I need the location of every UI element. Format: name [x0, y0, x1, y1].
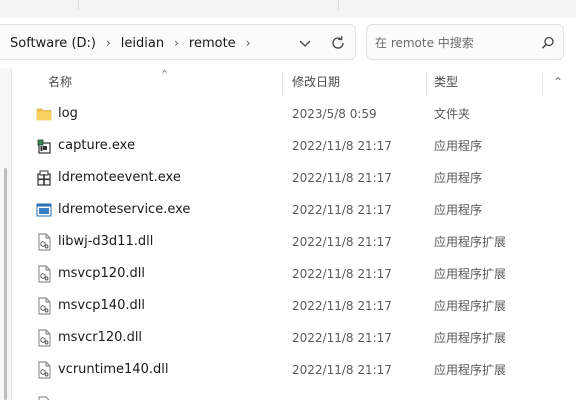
file-date: 2022/11/8 21:17	[292, 139, 392, 153]
dll-icon	[38, 233, 51, 251]
file-type: 应用程序	[434, 171, 483, 185]
breadcrumb-leidian[interactable]: leidian	[119, 36, 166, 51]
file-date: 2023/5/8 0:59	[292, 107, 377, 121]
chevron-right-icon[interactable]: ›	[238, 36, 259, 50]
file-type: 应用程序扩展	[434, 363, 507, 377]
dll-icon	[38, 361, 51, 379]
refresh-icon[interactable]	[328, 33, 348, 53]
file-type: 文件夹	[434, 107, 471, 121]
column-divider[interactable]	[282, 72, 283, 94]
chevron-down-icon[interactable]	[296, 34, 314, 52]
app-icon	[37, 170, 51, 186]
app-icon	[37, 139, 51, 154]
column-name[interactable]: 名称	[48, 68, 72, 96]
dll-icon	[38, 396, 50, 400]
file-type: 应用程序扩展	[434, 299, 507, 313]
file-name: ldremoteservice.exe	[58, 202, 191, 217]
column-divider[interactable]	[426, 72, 427, 94]
search-box[interactable]: 在 remote 中搜索	[366, 24, 564, 60]
chevron-right-icon[interactable]: ›	[166, 36, 187, 50]
file-date: 2022/11/8 21:17	[292, 299, 392, 313]
file-name: msvcp140.dll	[58, 298, 145, 313]
file-date: 2022/11/8 21:17	[292, 171, 392, 185]
navigation-pane[interactable]	[0, 68, 12, 400]
tab-divider	[338, 0, 339, 10]
file-name: msvcp120.dll	[58, 266, 145, 281]
file-row[interactable]: capture.exe 2022/11/8 21:17 应用程序	[12, 130, 576, 162]
search-icon[interactable]	[539, 34, 557, 52]
dll-icon	[38, 265, 51, 283]
file-row[interactable]: libwj-d3d11.dll 2022/11/8 21:17 应用程序扩展	[12, 226, 576, 258]
file-type: 应用程序扩展	[434, 267, 507, 281]
file-row[interactable]: msvcp120.dll 2022/11/8 21:17 应用程序扩展	[12, 258, 576, 290]
file-type: 应用程序扩展	[434, 331, 507, 345]
folder-icon	[36, 108, 52, 121]
file-date: 2022/11/8 21:17	[292, 331, 392, 345]
dll-icon	[38, 297, 51, 315]
file-name: log	[58, 106, 78, 121]
column-divider[interactable]	[542, 72, 543, 94]
file-row[interactable]: msvcp140.dll 2022/11/8 21:17 应用程序扩展	[12, 290, 576, 322]
file-type: 应用程序	[434, 203, 483, 217]
column-type[interactable]: 类型	[434, 68, 458, 96]
file-date: 2022/11/8 21:17	[292, 203, 392, 217]
file-row[interactable]: ldremoteevent.exe 2022/11/8 21:17 应用程序	[12, 162, 576, 194]
window-app-icon	[36, 203, 52, 217]
file-row[interactable]: ldremoteservice.exe 2022/11/8 21:17 应用程序	[12, 194, 576, 226]
file-date: 2022/11/8 21:17	[292, 235, 392, 249]
chevron-right-icon[interactable]: ›	[98, 36, 119, 50]
file-type: 应用程序	[434, 139, 483, 153]
title-bar-strip	[0, 0, 576, 18]
tab-divider	[78, 0, 79, 10]
file-row-partial[interactable]	[12, 388, 576, 400]
file-name: vcruntime140.dll	[58, 362, 169, 377]
column-header-row: ⌃ 名称 修改日期 类型 ⌃	[12, 68, 576, 96]
sort-ascending-icon: ⌃	[160, 68, 170, 81]
file-row[interactable]: msvcr120.dll 2022/11/8 21:17 应用程序扩展	[12, 322, 576, 354]
nav-scrollbar[interactable]	[4, 168, 7, 400]
column-overflow[interactable]: ⌃	[553, 68, 563, 96]
search-input[interactable]: 在 remote 中搜索	[375, 25, 474, 61]
address-bar[interactable]: Software (D:) › leidian › remote ›	[0, 24, 356, 60]
file-row[interactable]: vcruntime140.dll 2022/11/8 21:17 应用程序扩展	[12, 354, 576, 386]
file-type: 应用程序扩展	[434, 235, 507, 249]
dll-icon	[38, 329, 51, 347]
file-name: libwj-d3d11.dll	[58, 234, 154, 249]
breadcrumb: Software (D:) › leidian › remote ›	[8, 25, 259, 61]
file-name: capture.exe	[58, 138, 135, 153]
breadcrumb-drive[interactable]: Software (D:)	[8, 36, 98, 51]
file-date: 2022/11/8 21:17	[292, 363, 392, 377]
breadcrumb-remote[interactable]: remote	[187, 36, 238, 51]
file-row[interactable]: log 2023/5/8 0:59 文件夹	[12, 98, 576, 130]
file-name: ldremoteevent.exe	[58, 170, 181, 185]
file-name: msvcr120.dll	[58, 330, 143, 345]
column-date[interactable]: 修改日期	[292, 68, 340, 96]
file-date: 2022/11/8 21:17	[292, 267, 392, 281]
